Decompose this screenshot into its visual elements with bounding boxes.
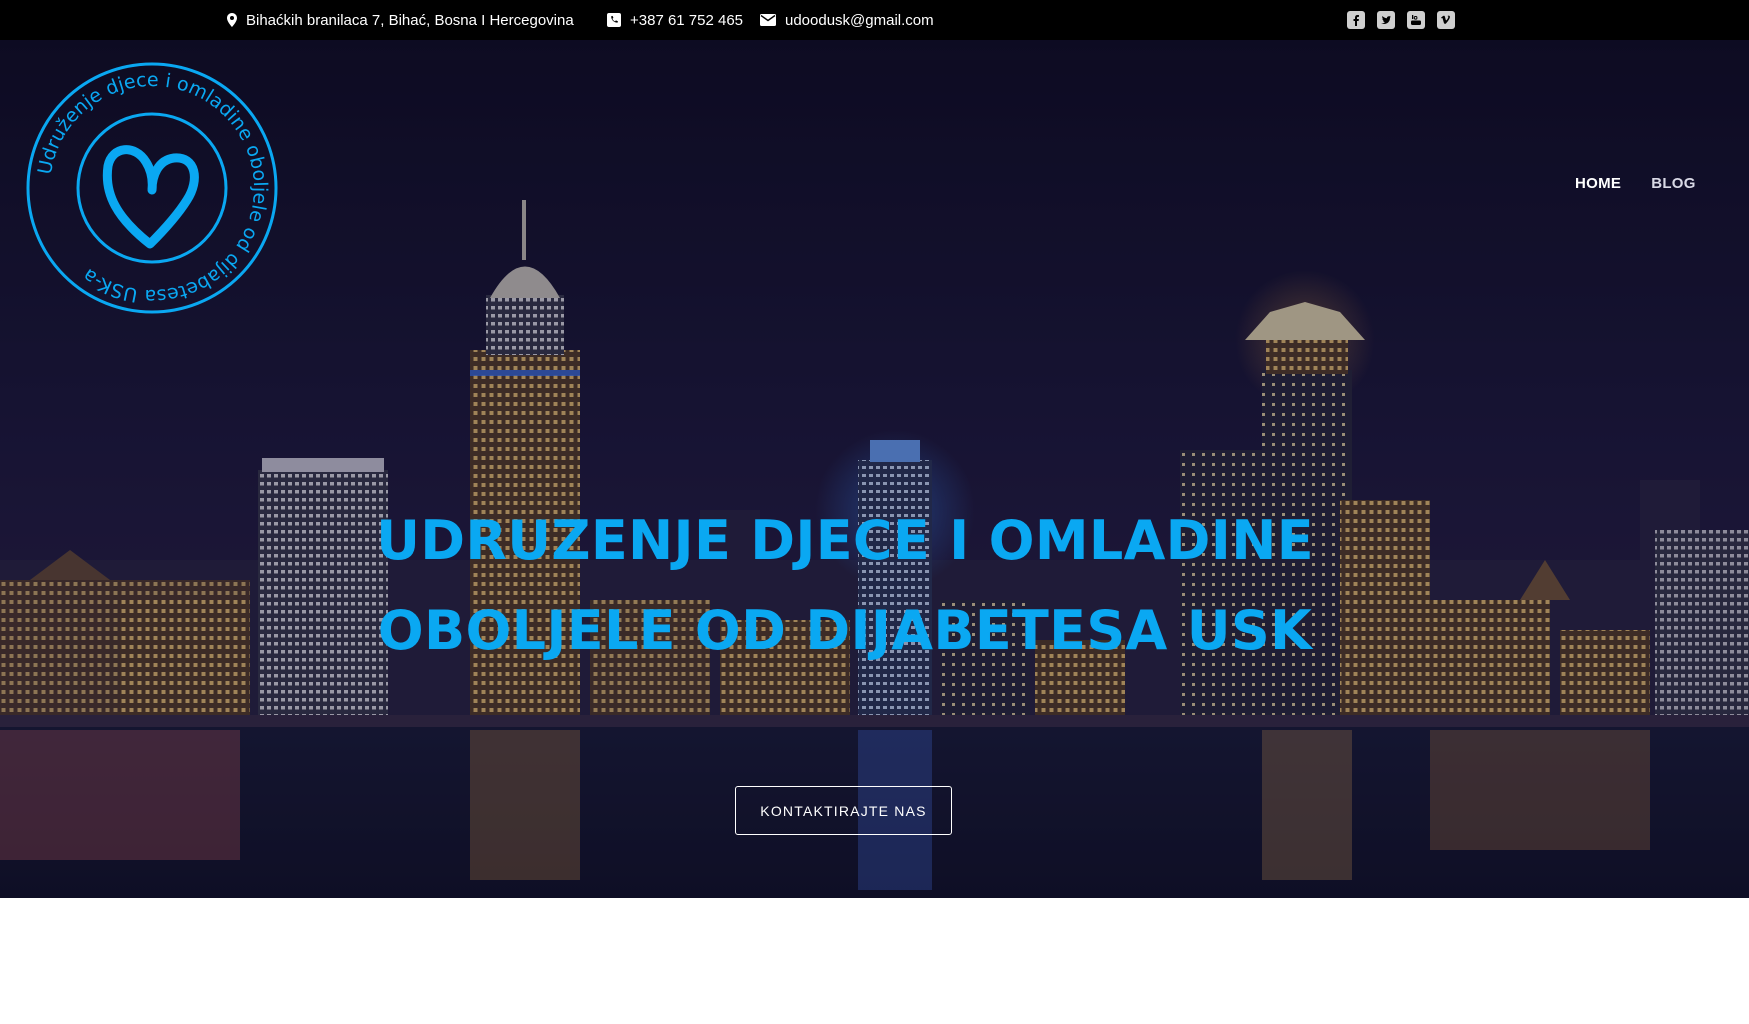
envelope-icon	[760, 14, 776, 26]
email-contact[interactable]: udoodusk@gmail.com	[760, 0, 934, 40]
logo-emblem: Udruženje djece i omladine oboljele od d…	[26, 62, 278, 314]
content-area	[0, 898, 1749, 1024]
phone-icon	[607, 13, 621, 27]
hero-title: UDRUZENJE DJECE I OMLADINE OBOLJELE OD D…	[0, 496, 1690, 676]
social-links	[1347, 11, 1455, 29]
top-bar: Bihaćkih branilaca 7, Bihać, Bosna I Her…	[0, 0, 1749, 40]
map-marker-icon	[227, 13, 237, 27]
vimeo-icon[interactable]	[1437, 11, 1455, 29]
logo-badge[interactable]: Udruženje djece i omladine oboljele od d…	[22, 58, 282, 318]
phone-text: +387 61 752 465	[630, 11, 744, 29]
nav-item-home[interactable]: HOME	[1575, 175, 1621, 192]
hero-section: Udruženje djece i omladine oboljele od d…	[0, 40, 1749, 898]
twitter-icon[interactable]	[1377, 11, 1395, 29]
heart-icon	[102, 145, 199, 249]
hero-title-line-1: UDRUZENJE DJECE I OMLADINE	[376, 509, 1314, 572]
hero-title-line-2: OBOLJELE OD DIJABETESA USK	[377, 599, 1313, 662]
youtube-icon[interactable]	[1407, 11, 1425, 29]
address-text: Bihaćkih branilaca 7, Bihać, Bosna I Her…	[246, 11, 574, 29]
phone-contact[interactable]: +387 61 752 465	[607, 0, 743, 40]
address-contact: Bihaćkih branilaca 7, Bihać, Bosna I Her…	[227, 0, 574, 40]
email-text: udoodusk@gmail.com	[785, 11, 934, 29]
contact-us-button[interactable]: KONTAKTIRAJTE NAS	[735, 786, 952, 835]
nav-item-blog[interactable]: BLOG	[1651, 175, 1696, 192]
main-nav: HOME BLOG	[1575, 175, 1696, 192]
facebook-icon[interactable]	[1347, 11, 1365, 29]
